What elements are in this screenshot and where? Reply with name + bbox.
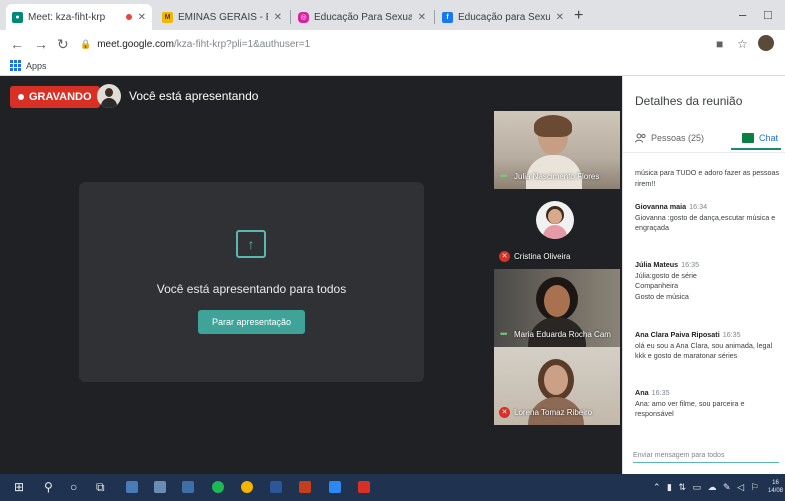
windows-taskbar: ⊞ ⚲ ○ ⧉ ⌃ ▮ ⇅ ▭ ☁ ✎ ◁ ⚐ 16 14/08	[0, 474, 785, 501]
search-icon[interactable]: ⚲	[44, 480, 53, 495]
new-tab-icon[interactable]: +	[574, 6, 583, 26]
close-icon[interactable]: ✕	[418, 12, 426, 23]
chrome-icon[interactable]	[241, 481, 253, 493]
instagram-icon: ◎	[298, 11, 309, 23]
forward-arrow-icon[interactable]: →	[34, 35, 48, 53]
address-bar: ← → ↻ 🔒 meet.google.com/kza-fiht-krp?pli=…	[0, 30, 785, 58]
presenter-avatar	[97, 84, 121, 108]
chat-message: Ana 16:35 Ana: amo ver filme, sou parceir…	[635, 388, 745, 418]
recording-badge: GRAVANDO	[10, 86, 100, 108]
tab-eminas[interactable]: M EMINAS GERAIS - E.M. - SAÚD ✕	[156, 4, 288, 30]
tab-people[interactable]: Pessoas (25)	[635, 133, 704, 143]
presentation-card: ↑ Você está apresentando para todos Para…	[79, 182, 424, 382]
chat-message-input[interactable]: Enviar mensagem para todos	[633, 452, 779, 463]
chat-message: Giovanna maia 16:34 Giovanna :gosto de da…	[635, 202, 776, 232]
minimize-icon[interactable]: –	[739, 6, 746, 24]
people-icon	[635, 133, 647, 143]
app-icon[interactable]	[182, 481, 194, 493]
presenting-message: Você está apresentando para todos	[156, 282, 347, 296]
participant-name: Cristina Oliveira	[514, 252, 571, 261]
meet-stage: GRAVANDO Você está apresentando ↑ Você e…	[0, 76, 622, 474]
bookmarks-bar: Apps	[0, 58, 785, 76]
word-icon[interactable]	[270, 481, 282, 493]
participant-tile[interactable]: ✕ Cristina Oliveira	[494, 191, 620, 269]
facebook-icon: f	[442, 11, 453, 23]
tab-chat[interactable]: Chat	[742, 133, 778, 143]
recording-indicator-icon	[125, 14, 132, 20]
star-icon[interactable]: ☆	[737, 36, 748, 52]
reload-icon[interactable]: ↻	[57, 35, 69, 53]
tab-instagram[interactable]: ◎ Educação Para Sexualidade UFTI ✕	[292, 4, 432, 30]
task-view-icon[interactable]: ⧉	[96, 480, 105, 495]
participant-tile[interactable]: ••• Julia Nascimento Flores	[494, 111, 620, 189]
stop-presenting-button[interactable]: Parar apresentação	[198, 310, 305, 334]
system-tray[interactable]: ⌃ ▮ ⇅ ▭ ☁ ✎ ◁ ⚐	[653, 482, 761, 493]
chat-icon	[742, 133, 754, 143]
close-icon[interactable]: ✕	[274, 12, 282, 23]
muted-mic-icon: ✕	[499, 407, 510, 418]
lock-icon: 🔒	[80, 39, 92, 49]
panel-divider	[623, 152, 785, 153]
chat-message: Ana Clara Paiva Riposati 16:35 olá eu sou…	[635, 330, 773, 360]
apps-grid-icon	[10, 60, 21, 71]
close-icon[interactable]: ✕	[138, 12, 146, 23]
browser-tab-strip: ● Meet: kza-fiht-krp ✕ M EMINAS GERAIS -…	[0, 0, 785, 30]
spotify-icon[interactable]	[212, 481, 224, 493]
participant-avatar	[536, 201, 574, 239]
camera-icon[interactable]: ■	[716, 36, 723, 52]
record-dot-icon	[18, 94, 24, 100]
apps-shortcut[interactable]: Apps	[10, 60, 47, 71]
more-options-icon[interactable]: •••	[500, 171, 508, 181]
participant-tile[interactable]: ••• Maria Eduarda Rocha Cam	[494, 269, 620, 347]
tab-divider	[434, 10, 435, 24]
back-arrow-icon[interactable]: ←	[10, 35, 24, 53]
powerpoint-icon[interactable]	[299, 481, 311, 493]
taskbar-clock[interactable]: 16 14/08	[768, 479, 783, 495]
tab-facebook[interactable]: f Educação para Sexualidade - UF ✕	[436, 4, 570, 30]
app-icon[interactable]	[329, 481, 341, 493]
tab-divider	[290, 10, 291, 24]
chat-message: Júlia Mateus 16:35 Júlia:gosto de série C…	[635, 260, 700, 301]
active-tab-indicator	[731, 148, 781, 150]
windows-start-icon[interactable]: ⊞	[14, 480, 24, 495]
site-favicon-icon: M	[162, 11, 173, 23]
more-options-icon[interactable]: •••	[500, 329, 508, 339]
meeting-details-panel: Detalhes da reunião Pessoas (25) Chat mú…	[622, 76, 785, 474]
cortana-icon[interactable]: ○	[70, 480, 77, 495]
muted-mic-icon: ✕	[499, 251, 510, 262]
meet-favicon-icon: ●	[12, 11, 23, 23]
panel-title: Detalhes da reunião	[635, 94, 743, 108]
present-upload-icon: ↑	[236, 230, 266, 258]
tab-meet[interactable]: ● Meet: kza-fiht-krp ✕	[6, 4, 152, 30]
app-icon[interactable]	[126, 481, 138, 493]
url-field[interactable]: 🔒 meet.google.com/kza-fiht-krp?pli=1&auth…	[80, 36, 310, 53]
profile-avatar[interactable]	[758, 35, 774, 51]
participant-name: Maria Eduarda Rocha Cam	[514, 330, 611, 339]
app-icon[interactable]	[154, 481, 166, 493]
restore-icon[interactable]: □	[764, 6, 772, 24]
participant-name: Lorena Tomaz Ribeiro	[514, 408, 593, 417]
close-icon[interactable]: ✕	[556, 12, 564, 23]
presenting-title: Você está apresentando	[129, 89, 259, 103]
participant-tile[interactable]: ✕ Lorena Tomaz Ribeiro	[494, 347, 620, 425]
screen: ● Meet: kza-fiht-krp ✕ M EMINAS GERAIS -…	[0, 0, 785, 501]
participant-name: Julia Nascimento Flores	[514, 172, 600, 181]
acrobat-icon[interactable]	[358, 481, 370, 493]
chat-message: música para TUDO e adoro fazer as pessoa…	[635, 168, 780, 188]
